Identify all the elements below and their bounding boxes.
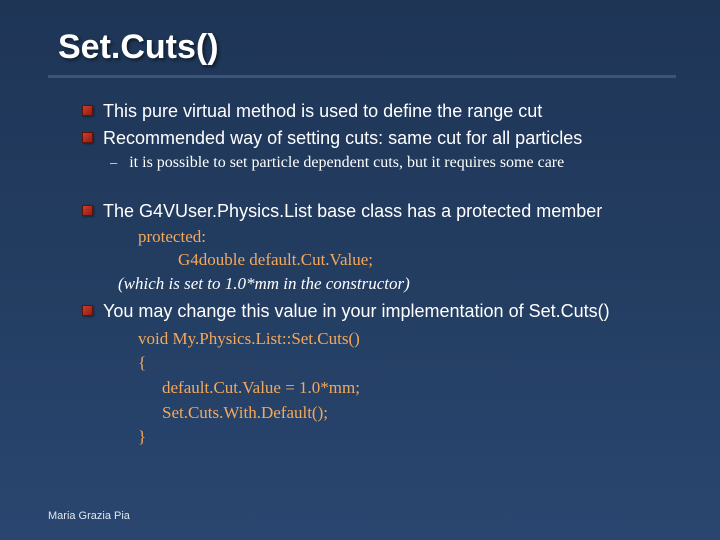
- code-line: {: [138, 351, 672, 376]
- code-line: default.Cut.Value = 1.0*mm;: [138, 376, 672, 401]
- bullet-text: The G4VUser.Physics.List base class has …: [103, 200, 602, 223]
- bullet-box-icon: [82, 305, 93, 316]
- bullet-level1: The G4VUser.Physics.List base class has …: [82, 200, 672, 223]
- bullet-box-icon: [82, 132, 93, 143]
- code-line: Set.Cuts.With.Default();: [138, 401, 672, 426]
- title-underline: [48, 75, 676, 78]
- code-line: void My.Physics.List::Set.Cuts(): [138, 327, 672, 352]
- bullet-text: Recommended way of setting cuts: same cu…: [103, 127, 582, 150]
- code-line: }: [138, 425, 672, 450]
- code-snippet: protected: G4double default.Cut.Value;: [138, 226, 672, 272]
- bullet-box-icon: [82, 205, 93, 216]
- bullet-level1: You may change this value in your implem…: [82, 300, 672, 323]
- bullet-text: This pure virtual method is used to defi…: [103, 100, 542, 123]
- footer-author: Maria Grazia Pia: [48, 510, 130, 522]
- slide-content: This pure virtual method is used to defi…: [58, 100, 672, 450]
- bullet-level1: Recommended way of setting cuts: same cu…: [82, 127, 672, 150]
- bullet-text: You may change this value in your implem…: [103, 300, 610, 323]
- bullet-text: it is possible to set particle dependent…: [129, 153, 564, 174]
- code-line: G4double default.Cut.Value;: [138, 249, 672, 272]
- slide: Set.Cuts() This pure virtual method is u…: [0, 0, 720, 450]
- dash-icon: –: [110, 155, 117, 170]
- code-line: protected:: [138, 226, 672, 249]
- bullet-level1: This pure virtual method is used to defi…: [82, 100, 672, 123]
- bullet-level2: – it is possible to set particle depende…: [110, 153, 672, 174]
- code-snippet: void My.Physics.List::Set.Cuts() { defau…: [138, 327, 672, 450]
- slide-title: Set.Cuts(): [58, 28, 672, 67]
- note-text: (which is set to 1.0*mm in the construct…: [118, 274, 672, 294]
- bullet-box-icon: [82, 105, 93, 116]
